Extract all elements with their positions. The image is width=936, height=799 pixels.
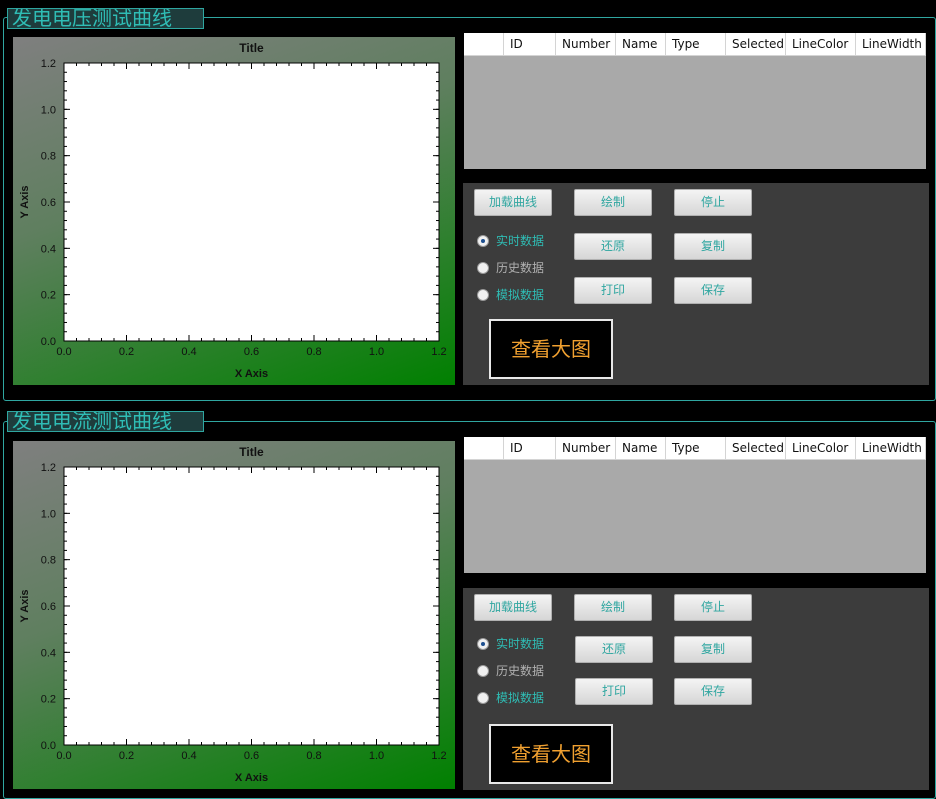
column-header-type[interactable]: Type xyxy=(666,33,726,56)
y-tick-label: 0.4 xyxy=(41,243,56,255)
column-header-blank[interactable] xyxy=(464,33,504,56)
y-axis-label: Y Axis xyxy=(19,185,31,218)
radio-label: 实时数据 xyxy=(496,234,545,248)
y-tick-label: 0.0 xyxy=(41,336,56,348)
radio-checked-icon xyxy=(477,638,489,650)
current-chart-svg: Title X Axis Y Axis 0.0 0.2 0.4 0.6 0.8 1.0 1.2 0.… xyxy=(19,445,447,784)
column-header-number[interactable]: Number xyxy=(556,437,616,460)
table-header: ID Number Name Type Selected LineColor L… xyxy=(464,437,926,460)
draw-button[interactable]: 绘制 xyxy=(574,594,652,621)
column-header-blank[interactable] xyxy=(464,437,504,460)
column-header-selected[interactable]: Selected xyxy=(726,33,786,56)
table-header: ID Number Name Type Selected LineColor L… xyxy=(464,33,926,56)
radio-unchecked-icon xyxy=(477,289,489,301)
x-tick-label: 0.4 xyxy=(181,750,196,762)
column-header-type[interactable]: Type xyxy=(666,437,726,460)
plot-area xyxy=(63,62,440,342)
view-large-chart-button[interactable]: 查看大图 xyxy=(489,724,613,784)
x-tick-label: 0.2 xyxy=(119,750,134,762)
radio-label: 实时数据 xyxy=(496,637,545,651)
current-control-panel: 加载曲线 绘制 停止 还原 复制 打印 保存 实时数据 历史数据 模拟数据 查看… xyxy=(463,588,929,790)
y-tick-label: 0.8 xyxy=(41,151,56,163)
radio-checked-icon xyxy=(477,235,489,247)
load-curve-button[interactable]: 加载曲线 xyxy=(474,189,552,216)
save-button[interactable]: 保存 xyxy=(674,678,752,705)
plot-area xyxy=(63,466,440,746)
voltage-chart: Title X Axis Y Axis 0.0 0.2 0.4 0.6 0.8 1.0 1.2 0.… xyxy=(13,37,455,385)
radio-unchecked-icon xyxy=(477,692,489,704)
copy-button[interactable]: 复制 xyxy=(674,233,752,260)
voltage-control-panel: 加载曲线 绘制 停止 还原 复制 打印 保存 实时数据 历史数据 模拟数据 查看… xyxy=(463,183,929,385)
restore-button[interactable]: 还原 xyxy=(575,636,653,663)
radio-label: 模拟数据 xyxy=(496,691,545,705)
current-group-title: 发电电流测试曲线 xyxy=(7,411,204,432)
copy-button[interactable]: 复制 xyxy=(674,636,752,663)
y-tick-label: 1.0 xyxy=(41,508,56,520)
print-button[interactable]: 打印 xyxy=(574,277,652,304)
y-tick-label: 0.2 xyxy=(41,694,56,706)
voltage-group-title: 发电电压测试曲线 xyxy=(7,8,204,29)
column-header-linewidth[interactable]: LineWidth xyxy=(856,33,926,56)
x-tick-label: 1.0 xyxy=(369,346,384,358)
column-header-number[interactable]: Number xyxy=(556,33,616,56)
chart-title: Title xyxy=(239,41,264,55)
y-tick-label: 0.6 xyxy=(41,197,56,209)
column-header-linecolor[interactable]: LineColor xyxy=(786,437,856,460)
column-header-id[interactable]: ID xyxy=(504,33,556,56)
y-tick-label: 0.6 xyxy=(41,601,56,613)
radio-label: 模拟数据 xyxy=(496,288,545,302)
y-tick-label: 0.0 xyxy=(41,740,56,752)
column-header-linecolor[interactable]: LineColor xyxy=(786,33,856,56)
draw-button[interactable]: 绘制 xyxy=(574,189,652,216)
voltage-curve-table[interactable]: ID Number Name Type Selected LineColor L… xyxy=(464,33,926,169)
column-header-name[interactable]: Name xyxy=(616,437,666,460)
x-tick-label: 0.6 xyxy=(244,346,259,358)
radio-unchecked-icon xyxy=(477,262,489,274)
current-chart: Title X Axis Y Axis 0.0 0.2 0.4 0.6 0.8 1.0 1.2 0.… xyxy=(13,441,455,789)
x-tick-label: 0.4 xyxy=(181,346,196,358)
stop-button[interactable]: 停止 xyxy=(674,189,752,216)
load-curve-button[interactable]: 加载曲线 xyxy=(474,594,552,621)
x-tick-label: 0.0 xyxy=(56,346,71,358)
x-axis-label: X Axis xyxy=(235,368,268,380)
x-tick-label: 0.2 xyxy=(119,346,134,358)
current-curve-table[interactable]: ID Number Name Type Selected LineColor L… xyxy=(464,437,926,573)
y-tick-label: 0.8 xyxy=(41,555,56,567)
column-header-name[interactable]: Name xyxy=(616,33,666,56)
restore-button[interactable]: 还原 xyxy=(574,233,652,260)
y-tick-label: 0.4 xyxy=(41,647,56,659)
x-tick-label: 0.8 xyxy=(306,346,321,358)
x-tick-label: 0.6 xyxy=(244,750,259,762)
x-tick-label: 1.2 xyxy=(431,750,446,762)
radio-unchecked-icon xyxy=(477,665,489,677)
view-large-chart-button[interactable]: 查看大图 xyxy=(489,319,613,379)
voltage-chart-svg: Title X Axis Y Axis 0.0 0.2 0.4 0.6 0.8 1.0 1.2 0.… xyxy=(19,41,447,380)
column-header-selected[interactable]: Selected xyxy=(726,437,786,460)
x-tick-label: 0.8 xyxy=(306,750,321,762)
x-tick-label: 1.0 xyxy=(369,750,384,762)
x-tick-label: 0.0 xyxy=(56,750,71,762)
y-tick-label: 1.2 xyxy=(41,462,56,474)
y-tick-label: 1.2 xyxy=(41,58,56,70)
stop-button[interactable]: 停止 xyxy=(674,594,752,621)
radio-label: 历史数据 xyxy=(496,664,545,678)
radio-label: 历史数据 xyxy=(496,261,545,275)
chart-title: Title xyxy=(239,445,264,459)
print-button[interactable]: 打印 xyxy=(575,678,653,705)
x-tick-label: 1.2 xyxy=(431,346,446,358)
y-tick-label: 0.2 xyxy=(41,290,56,302)
column-header-linewidth[interactable]: LineWidth xyxy=(856,437,926,460)
save-button[interactable]: 保存 xyxy=(674,277,752,304)
column-header-id[interactable]: ID xyxy=(504,437,556,460)
y-axis-label: Y Axis xyxy=(19,589,31,622)
y-tick-label: 1.0 xyxy=(41,104,56,116)
x-axis-label: X Axis xyxy=(235,772,268,784)
